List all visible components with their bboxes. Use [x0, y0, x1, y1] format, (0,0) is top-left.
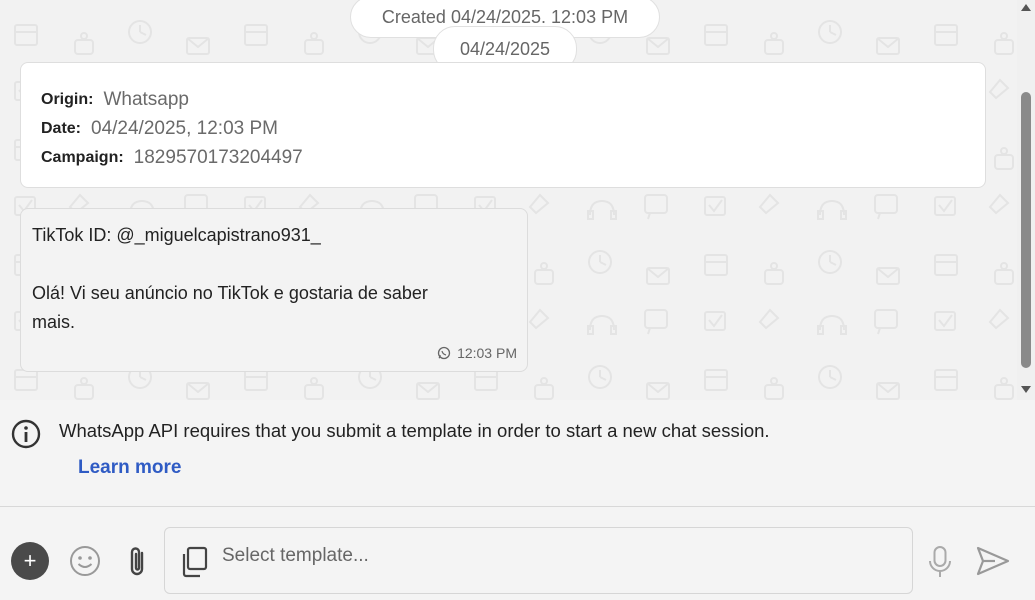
scroll-down-arrow-icon[interactable] [1021, 386, 1031, 393]
send-icon[interactable] [975, 545, 1011, 577]
scroll-up-arrow-icon[interactable] [1021, 4, 1031, 11]
chat-area[interactable]: Created 04/24/2025. 12:03 PM 04/24/2025 … [0, 0, 1017, 400]
notice-text: WhatsApp API requires that you submit a … [59, 420, 770, 441]
copy-icon [182, 546, 208, 578]
emoji-icon[interactable] [69, 545, 101, 577]
campaign-row: Campaign: 1829570173204497 [41, 143, 985, 172]
message-time: 12:03 PM [457, 345, 517, 361]
info-icon [11, 419, 41, 449]
message-meta: 12:03 PM [437, 345, 517, 361]
template-notice: WhatsApp API requires that you submit a … [0, 400, 1035, 506]
chat-scrollbar[interactable] [1017, 0, 1035, 400]
origin-value: Whatsapp [103, 88, 189, 110]
message-composer: + Select template... [0, 506, 1035, 600]
campaign-label: Campaign: [41, 148, 124, 166]
origin-label: Origin: [41, 90, 94, 108]
origin-row: Origin: Whatsapp [41, 85, 985, 114]
date-label: Date: [41, 119, 82, 137]
scroll-thumb[interactable] [1021, 92, 1031, 368]
template-placeholder: Select template... [222, 545, 369, 566]
microphone-icon[interactable] [928, 545, 952, 579]
date-row: Date: 04/24/2025, 12:03 PM [41, 114, 985, 143]
message-text: TikTok ID: @_miguelcapistrano931_ Olá! V… [32, 225, 428, 332]
plus-icon[interactable]: + [11, 542, 49, 580]
lead-info-card: Origin: Whatsapp Date: 04/24/2025, 12:03… [20, 62, 986, 188]
learn-more-link[interactable]: Learn more [78, 457, 181, 479]
incoming-message[interactable]: TikTok ID: @_miguelcapistrano931_ Olá! V… [20, 208, 528, 372]
date-value: 04/24/2025, 12:03 PM [91, 117, 278, 139]
paperclip-icon[interactable] [124, 545, 152, 579]
whatsapp-icon [437, 346, 451, 360]
template-select[interactable]: Select template... [164, 527, 913, 594]
campaign-value: 1829570173204497 [133, 146, 303, 168]
